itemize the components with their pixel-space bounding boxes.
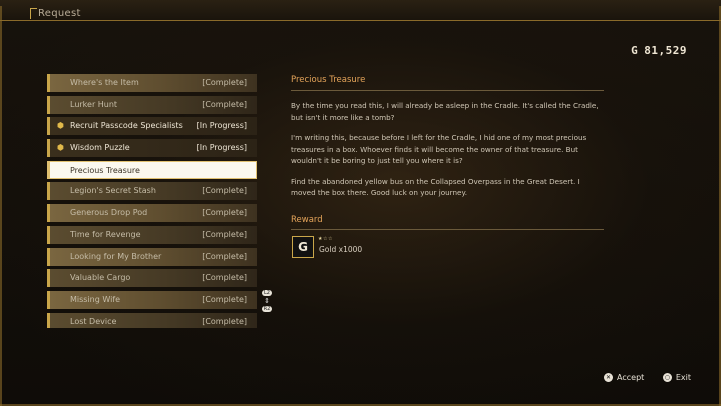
quest-name: Where's the Item xyxy=(70,78,139,87)
exit-button[interactable]: ○ Exit xyxy=(662,373,691,382)
quest-item[interactable]: Where's the Item [Complete] xyxy=(47,74,257,92)
quest-item[interactable]: Legion's Secret Stash [Complete] xyxy=(47,182,257,201)
quest-name: Legion's Secret Stash xyxy=(70,186,156,196)
quest-list[interactable]: Where's the Item [Complete] Lurker Hunt [Co… xyxy=(47,74,257,328)
quest-description-paragraph: Find the abandoned yellow bus on the Col… xyxy=(291,176,580,198)
quest-status: [Complete] xyxy=(202,229,247,239)
quest-item[interactable]: Lost Device [Complete] xyxy=(47,312,257,328)
title-corner-marker xyxy=(30,8,37,19)
scroll-down-button-icon: R2 xyxy=(262,306,272,312)
quest-item[interactable]: Precious Treasure xyxy=(47,160,257,179)
quest-status: [Complete] xyxy=(202,316,247,326)
quest-name: Time for Revenge xyxy=(70,229,141,239)
quest-item[interactable]: ⬢ Wisdom Puzzle [In Progress] xyxy=(47,139,257,158)
quest-status: [Complete] xyxy=(202,273,247,283)
quest-name: Lurker Hunt xyxy=(70,99,118,109)
divider xyxy=(291,228,604,230)
quest-item[interactable]: ⬢ Recruit Passcode Specialists [In Progres… xyxy=(47,117,257,136)
in-progress-hex-icon: ⬢ xyxy=(57,121,64,131)
scroll-arrows-icon: ⇕ xyxy=(264,297,270,305)
game-screen: Request G 81,529 Where's the Item [Complet… xyxy=(0,0,721,406)
scroll-hint: L2 ⇕ R2 xyxy=(262,289,272,319)
quest-name: Generous Drop Pod xyxy=(70,208,148,218)
quest-name: Precious Treasure xyxy=(70,165,140,175)
quest-name: Looking for My Brother xyxy=(70,251,162,261)
quest-description-paragraph: By the time you read this, I will alread… xyxy=(291,101,599,122)
quest-item[interactable]: Missing Wife [Complete] xyxy=(47,290,257,309)
quest-name: Valuable Cargo xyxy=(70,273,131,283)
quest-name: Recruit Passcode Specialists xyxy=(70,121,183,131)
gold-balance: G 81,529 xyxy=(631,44,687,57)
reward-rarity-stars: ★☆☆ xyxy=(318,235,333,242)
divider xyxy=(291,90,604,91)
quest-item[interactable]: Generous Drop Pod [Complete] xyxy=(47,204,257,223)
quest-item[interactable]: Valuable Cargo [Complete] xyxy=(47,269,257,288)
button-prompts: ✕ Accept ○ Exit xyxy=(588,373,691,382)
window-title: Request xyxy=(38,8,81,19)
circle-button-icon: ○ xyxy=(662,373,672,382)
quest-name: Wisdom Puzzle xyxy=(70,143,130,153)
quest-status: [Complete] xyxy=(202,208,247,218)
quest-item[interactable]: Time for Revenge [Complete] xyxy=(47,225,257,244)
reward-label: Gold x1000 xyxy=(319,244,363,254)
quest-status: [In Progress] xyxy=(196,121,247,131)
quest-item[interactable]: Looking for My Brother [Complete] xyxy=(47,247,257,266)
gold-amount: 81,529 xyxy=(644,44,687,57)
quest-item[interactable]: Lurker Hunt [Complete] xyxy=(47,95,257,114)
scroll-up-button-icon: L2 xyxy=(262,290,272,296)
quest-name: Missing Wife xyxy=(70,294,121,304)
quest-status: [Complete] xyxy=(202,78,247,87)
window-title-bar: Request xyxy=(0,0,721,21)
exit-label: Exit xyxy=(675,373,691,382)
quest-detail-panel: Precious Treasure By the time you read t… xyxy=(291,74,604,262)
cross-button-icon: ✕ xyxy=(604,373,614,382)
gold-currency-icon: G xyxy=(631,44,639,57)
in-progress-hex-icon: ⬢ xyxy=(57,143,64,153)
quest-status: [Complete] xyxy=(202,251,247,261)
quest-status: [Complete] xyxy=(202,99,247,109)
gold-reward-icon: G xyxy=(292,235,314,258)
reward-item: G ★☆☆ Gold x1000 xyxy=(291,235,604,262)
accept-label: Accept xyxy=(617,373,645,382)
accept-button[interactable]: ✕ Accept xyxy=(604,373,644,382)
quest-status: [Complete] xyxy=(202,294,247,304)
quest-status: [Complete] xyxy=(202,186,247,196)
frame-border-left xyxy=(0,6,2,406)
quest-name: Lost Device xyxy=(70,316,117,326)
quest-description-paragraph: I'm writing this, because before I left … xyxy=(291,133,587,165)
quest-detail-title: Precious Treasure xyxy=(291,75,366,85)
reward-heading: Reward xyxy=(291,214,323,225)
quest-status: [In Progress] xyxy=(196,143,247,153)
